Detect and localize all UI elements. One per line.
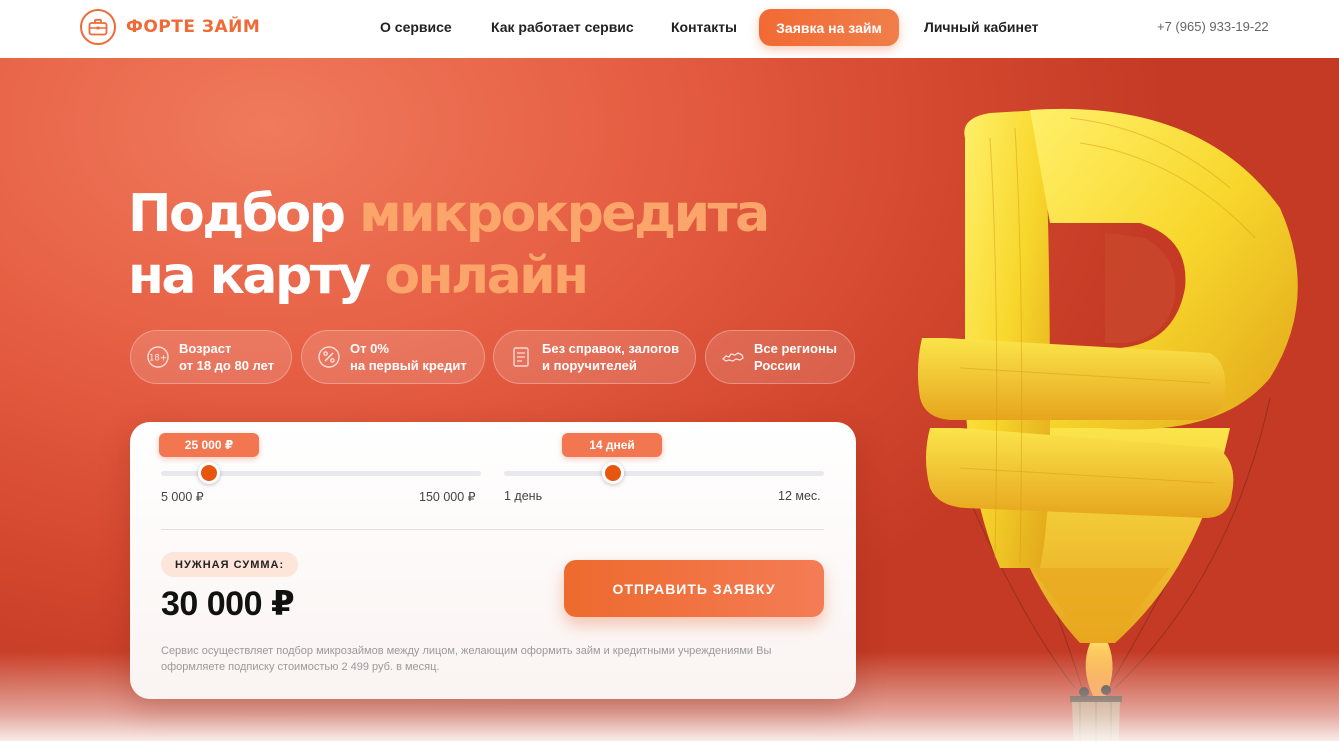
term-slider-thumb[interactable] xyxy=(601,462,624,484)
amount-max-label: 150 000 ₽ xyxy=(419,490,476,504)
term-min-label: 1 день xyxy=(504,489,543,503)
logo-text: ФОРТЕ ЗАЙМ xyxy=(126,17,261,37)
badge-age-line2: от 18 до 80 лет xyxy=(179,358,275,373)
submit-application-button[interactable]: ОТПРАВИТЬ ЗАЯВКУ xyxy=(564,560,824,617)
amount-slider-thumb[interactable] xyxy=(198,462,220,484)
amount-min-label: 5 000 ₽ xyxy=(161,490,204,504)
ruble-balloon-illustration xyxy=(900,98,1339,741)
badge-rate-line2: на первый кредит xyxy=(350,358,467,373)
russia-map-icon xyxy=(721,345,745,369)
title-line2-plain: на карту xyxy=(128,246,385,306)
nav-about[interactable]: О сервисе xyxy=(380,19,452,35)
service-disclaimer: Сервис осуществляет подбор микрозаймов м… xyxy=(161,645,772,673)
hero-title: Подбор микрокредита на карту онлайн xyxy=(128,183,770,307)
briefcase-icon xyxy=(80,9,116,45)
required-sum-value: 30 000 ₽ xyxy=(161,585,295,623)
document-icon xyxy=(509,345,533,369)
feature-badge-regions: Все регионы России xyxy=(705,330,855,384)
badge-documents-line1: Без справок, залогов xyxy=(542,341,680,356)
svg-text:18+: 18+ xyxy=(149,354,167,364)
title-line1-highlight: микрокредита xyxy=(359,184,770,244)
logo[interactable]: ФОРТЕ ЗАЙМ xyxy=(80,9,260,45)
feature-badge-documents: Без справок, залогов и поручителей xyxy=(493,330,696,384)
badge-age-line1: Возраст xyxy=(179,341,232,356)
feature-badge-age: 18+ Возраст от 18 до 80 лет xyxy=(130,330,292,384)
nav-how-it-works[interactable]: Как работает сервис xyxy=(491,19,634,35)
percent-icon xyxy=(317,345,341,369)
term-slider-track[interactable] xyxy=(504,471,824,476)
feature-badge-rate: От 0% на первый кредит xyxy=(301,330,485,384)
phone-number[interactable]: +7 (965) 933-19-22 xyxy=(1157,19,1269,34)
badge-documents-line2: и поручителей xyxy=(542,358,637,373)
title-line1-plain: Подбор xyxy=(128,184,360,244)
term-slider-value: 14 дней xyxy=(562,433,662,457)
site-header: ФОРТЕ ЗАЙМ О сервисе Как работает сервис… xyxy=(0,0,1339,58)
badge-regions-line2: России xyxy=(754,358,801,373)
term-max-label: 12 мес. xyxy=(778,489,821,503)
badge-rate-line1: От 0% xyxy=(350,341,389,356)
hero-section: Подбор микрокредита на карту онлайн 18+ … xyxy=(0,58,1339,741)
title-line2-highlight: онлайн xyxy=(384,246,589,306)
calculator-divider xyxy=(161,529,824,530)
nav-contacts[interactable]: Контакты xyxy=(671,19,737,35)
amount-slider-value: 25 000 ₽ xyxy=(159,433,259,457)
required-sum-label: НУЖНАЯ СУММА: xyxy=(161,552,299,577)
badge-regions-line1: Все регионы xyxy=(754,341,837,356)
apply-loan-button[interactable]: Заявка на займ xyxy=(759,9,899,46)
loan-calculator-card: 25 000 ₽ 5 000 ₽ 150 000 ₽ 14 дней 1 ден… xyxy=(130,422,856,699)
nav-personal-account[interactable]: Личный кабинет xyxy=(924,19,1038,35)
age-18-icon: 18+ xyxy=(146,345,170,369)
